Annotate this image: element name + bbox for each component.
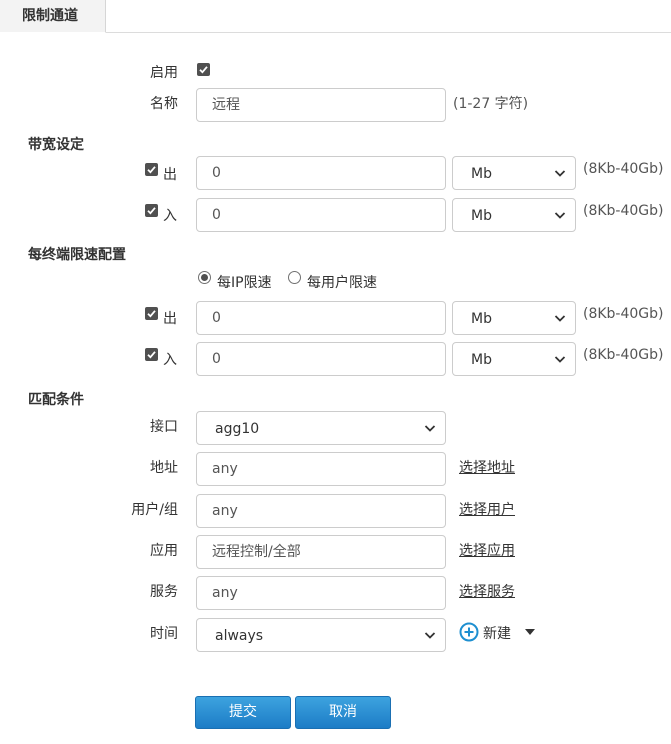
bandwidth-out-label: 出 (163, 167, 177, 183)
bandwidth-in-label: 入 (163, 208, 177, 224)
per-ip-radio-label[interactable]: 每IP限速 (217, 272, 272, 292)
submit-button[interactable]: 提交 (195, 696, 291, 729)
per-terminal-out-range-hint: (8Kb-40Gb) (583, 306, 664, 322)
bandwidth-in-range-hint: (8Kb-40Gb) (583, 203, 664, 219)
per-terminal-out-unit-select[interactable]: Mb (452, 301, 576, 335)
user-group-label: 用户/组 (131, 502, 178, 518)
service-input[interactable]: any (196, 576, 446, 610)
time-label: 时间 (150, 626, 178, 642)
interface-value: agg10 (215, 421, 260, 437)
per-terminal-in-checkbox[interactable] (145, 348, 158, 361)
name-label: 名称 (150, 96, 178, 112)
address-input[interactable]: any (196, 452, 446, 486)
service-label: 服务 (150, 584, 178, 600)
bandwidth-out-checkbox[interactable] (145, 163, 158, 176)
select-application-link[interactable]: 选择应用 (459, 540, 515, 560)
interface-select[interactable]: agg10 (196, 411, 446, 445)
bandwidth-out-input[interactable]: 0 (196, 156, 446, 190)
name-hint: (1-27 字符) (453, 96, 529, 112)
check-icon (147, 166, 156, 174)
interface-label: 接口 (150, 419, 178, 435)
per-user-radio-label[interactable]: 每用户限速 (307, 272, 377, 292)
per-terminal-out-input[interactable]: 0 (196, 301, 446, 335)
chevron-down-icon (554, 356, 566, 363)
bandwidth-in-unit: Mb (471, 208, 492, 224)
bandwidth-in-checkbox[interactable] (145, 204, 158, 217)
per-terminal-out-label: 出 (163, 311, 177, 327)
per-terminal-in-input[interactable]: 0 (196, 342, 446, 376)
per-terminal-section-title: 每终端限速配置 (28, 247, 126, 263)
chevron-down-icon (424, 632, 436, 639)
caret-down-icon (525, 629, 535, 635)
per-terminal-in-unit: Mb (471, 352, 492, 368)
chevron-down-icon (554, 170, 566, 177)
bandwidth-out-range-hint: (8Kb-40Gb) (583, 161, 664, 177)
bandwidth-out-unit: Mb (471, 166, 492, 182)
select-service-link[interactable]: 选择服务 (459, 581, 515, 601)
tab-limit-channel[interactable]: 限制通道 (0, 0, 106, 33)
time-value: always (215, 628, 264, 644)
per-terminal-in-range-hint: (8Kb-40Gb) (583, 347, 664, 363)
bandwidth-in-unit-select[interactable]: Mb (452, 198, 576, 232)
enable-label: 启用 (150, 65, 178, 81)
application-label: 应用 (150, 543, 178, 559)
per-terminal-out-unit: Mb (471, 311, 492, 327)
chevron-down-icon (554, 315, 566, 322)
per-ip-radio[interactable] (198, 271, 211, 284)
select-user-link[interactable]: 选择用户 (459, 499, 515, 519)
name-input[interactable]: 远程 (196, 88, 446, 122)
per-terminal-out-checkbox[interactable] (145, 307, 158, 320)
user-group-input[interactable]: any (196, 494, 446, 528)
per-user-radio[interactable] (288, 271, 301, 284)
check-icon (199, 66, 208, 74)
tab-bar: 限制通道 (0, 0, 671, 33)
application-input[interactable]: 远程控制/全部 (196, 535, 446, 569)
new-time-label: 新建 (483, 626, 511, 642)
new-time-button[interactable]: 新建 (459, 621, 539, 643)
per-terminal-in-unit-select[interactable]: Mb (452, 342, 576, 376)
time-select[interactable]: always (196, 618, 446, 652)
bandwidth-out-unit-select[interactable]: Mb (452, 156, 576, 190)
address-label: 地址 (150, 460, 178, 476)
bandwidth-in-input[interactable]: 0 (196, 198, 446, 232)
check-icon (147, 310, 156, 318)
select-address-link[interactable]: 选择地址 (459, 457, 515, 477)
check-icon (147, 207, 156, 215)
per-terminal-in-label: 入 (163, 352, 177, 368)
cancel-button[interactable]: 取消 (295, 696, 391, 729)
check-icon (147, 351, 156, 359)
add-circle-icon (459, 622, 479, 642)
enable-checkbox[interactable] (197, 63, 210, 76)
match-section-title: 匹配条件 (28, 392, 84, 408)
bandwidth-section-title: 带宽设定 (28, 137, 84, 153)
chevron-down-icon (424, 425, 436, 432)
chevron-down-icon (554, 212, 566, 219)
